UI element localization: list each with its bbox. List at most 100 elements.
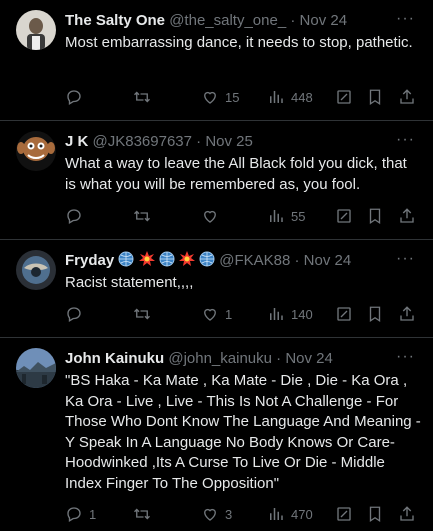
tweet-text: Racist statement,,,, bbox=[65, 274, 194, 291]
bookmark-icon bbox=[369, 306, 381, 323]
action-bar: 55 bbox=[60, 206, 421, 226]
retweet-button[interactable] bbox=[133, 206, 157, 226]
globe-icon bbox=[199, 251, 215, 273]
share-button[interactable] bbox=[398, 304, 416, 324]
bookmark-button[interactable] bbox=[366, 304, 384, 324]
more-options-button[interactable]: ··· bbox=[396, 10, 415, 28]
share-icon bbox=[400, 208, 414, 223]
share-icon bbox=[400, 506, 414, 521]
share-button[interactable] bbox=[398, 504, 416, 524]
tweet[interactable]: John Kainuku @john_kainuku · Nov 24 ··· … bbox=[0, 338, 433, 531]
bookmark-button[interactable] bbox=[366, 87, 384, 107]
more-options-button[interactable]: ··· bbox=[396, 348, 415, 366]
like-count: 1 bbox=[225, 306, 233, 322]
retweet-icon bbox=[134, 91, 150, 103]
like-icon bbox=[204, 210, 216, 223]
timestamp[interactable]: Nov 24 bbox=[300, 12, 348, 29]
like-icon bbox=[204, 91, 216, 104]
views-icon bbox=[270, 308, 283, 320]
display-name[interactable]: The Salty One bbox=[65, 12, 165, 29]
grok-button[interactable] bbox=[335, 504, 353, 524]
handle[interactable]: @FKAK88 bbox=[219, 252, 290, 269]
more-options-button[interactable]: ··· bbox=[396, 250, 415, 268]
handle[interactable]: @john_kainuku bbox=[168, 350, 272, 367]
views-button[interactable]: 140 bbox=[267, 304, 313, 324]
bookmark-icon bbox=[369, 208, 381, 225]
like-button[interactable]: 3 bbox=[201, 504, 232, 524]
tweet-text: Most embarrassing dance, it needs to sto… bbox=[65, 34, 413, 51]
views-count: 470 bbox=[291, 506, 313, 522]
display-name[interactable]: J K bbox=[65, 133, 88, 150]
timestamp[interactable]: Nov 24 bbox=[285, 350, 333, 367]
like-button[interactable]: 1 bbox=[201, 304, 232, 324]
bookmark-button[interactable] bbox=[366, 206, 384, 226]
like-count: 3 bbox=[225, 506, 233, 522]
grok-button[interactable] bbox=[335, 304, 353, 324]
bookmark-icon bbox=[369, 506, 381, 523]
tweet[interactable]: J K @JK83697637 · Nov 25 ··· What a way … bbox=[0, 121, 433, 240]
action-bar: 1 3 470 bbox=[60, 504, 421, 524]
handle[interactable]: @the_salty_one_ bbox=[169, 12, 286, 29]
avatar[interactable] bbox=[16, 131, 56, 171]
reply-button[interactable] bbox=[65, 87, 89, 107]
retweet-button[interactable] bbox=[133, 504, 157, 524]
views-icon bbox=[270, 91, 283, 103]
like-icon bbox=[204, 308, 216, 321]
globe-icon bbox=[118, 251, 134, 273]
reply-button[interactable]: 1 bbox=[65, 504, 96, 524]
action-bar: 1 140 bbox=[60, 304, 421, 324]
reply-button[interactable] bbox=[65, 206, 89, 226]
handle[interactable]: @JK83697637 bbox=[93, 133, 192, 150]
bookmark-icon bbox=[369, 89, 381, 106]
separator: · bbox=[290, 12, 296, 29]
tweet[interactable]: Fryday @FKAK88 · Nov 24 ··· Racist state… bbox=[0, 240, 433, 338]
views-count: 448 bbox=[291, 89, 313, 105]
share-button[interactable] bbox=[398, 87, 416, 107]
avatar[interactable] bbox=[16, 348, 56, 388]
tweet-header: J K @JK83697637 · Nov 25 bbox=[65, 132, 393, 152]
views-button[interactable]: 55 bbox=[267, 206, 305, 226]
separator: · bbox=[196, 133, 202, 150]
grok-button[interactable] bbox=[335, 206, 353, 226]
collision-icon bbox=[138, 251, 155, 273]
views-button[interactable]: 470 bbox=[267, 504, 313, 524]
retweet-icon bbox=[134, 210, 150, 222]
retweet-button[interactable] bbox=[133, 304, 157, 324]
share-icon bbox=[400, 306, 414, 321]
reply-button[interactable] bbox=[65, 304, 89, 324]
like-count: 15 bbox=[225, 89, 240, 105]
timestamp[interactable]: Nov 25 bbox=[205, 133, 253, 150]
share-button[interactable] bbox=[398, 206, 416, 226]
action-bar: 15 448 bbox=[60, 87, 421, 107]
tweet[interactable]: The Salty One @the_salty_one_ · Nov 24 ·… bbox=[0, 0, 433, 121]
tweet-header: Fryday @FKAK88 · Nov 24 bbox=[65, 251, 393, 273]
display-name[interactable]: John Kainuku bbox=[65, 350, 164, 367]
separator: · bbox=[276, 350, 282, 367]
display-name[interactable]: Fryday bbox=[65, 252, 114, 269]
bookmark-button[interactable] bbox=[366, 504, 384, 524]
reply-icon bbox=[67, 507, 81, 522]
like-button[interactable] bbox=[201, 206, 225, 226]
share-icon bbox=[400, 89, 414, 104]
tweet-text: What a way to leave the All Black fold y… bbox=[65, 155, 407, 193]
grok-icon bbox=[337, 307, 351, 321]
like-button[interactable]: 15 bbox=[201, 87, 239, 107]
separator: · bbox=[294, 252, 300, 269]
avatar[interactable] bbox=[16, 10, 56, 50]
more-options-button[interactable]: ··· bbox=[396, 131, 415, 149]
grok-icon bbox=[337, 90, 351, 104]
tweet-header: John Kainuku @john_kainuku · Nov 24 bbox=[65, 349, 393, 369]
grok-button[interactable] bbox=[335, 87, 353, 107]
avatar[interactable] bbox=[16, 250, 56, 290]
reply-icon bbox=[67, 209, 81, 224]
collision-icon bbox=[178, 251, 195, 273]
views-button[interactable]: 448 bbox=[267, 87, 313, 107]
views-count: 55 bbox=[291, 208, 306, 224]
retweet-button[interactable] bbox=[133, 87, 157, 107]
grok-icon bbox=[337, 209, 351, 223]
reply-count: 1 bbox=[89, 506, 97, 522]
timestamp[interactable]: Nov 24 bbox=[304, 252, 352, 269]
tweet-text: "BS Haka - Ka Mate , Ka Mate - Die , Die… bbox=[65, 372, 421, 492]
globe-icon bbox=[159, 251, 175, 273]
grok-icon bbox=[337, 507, 351, 521]
